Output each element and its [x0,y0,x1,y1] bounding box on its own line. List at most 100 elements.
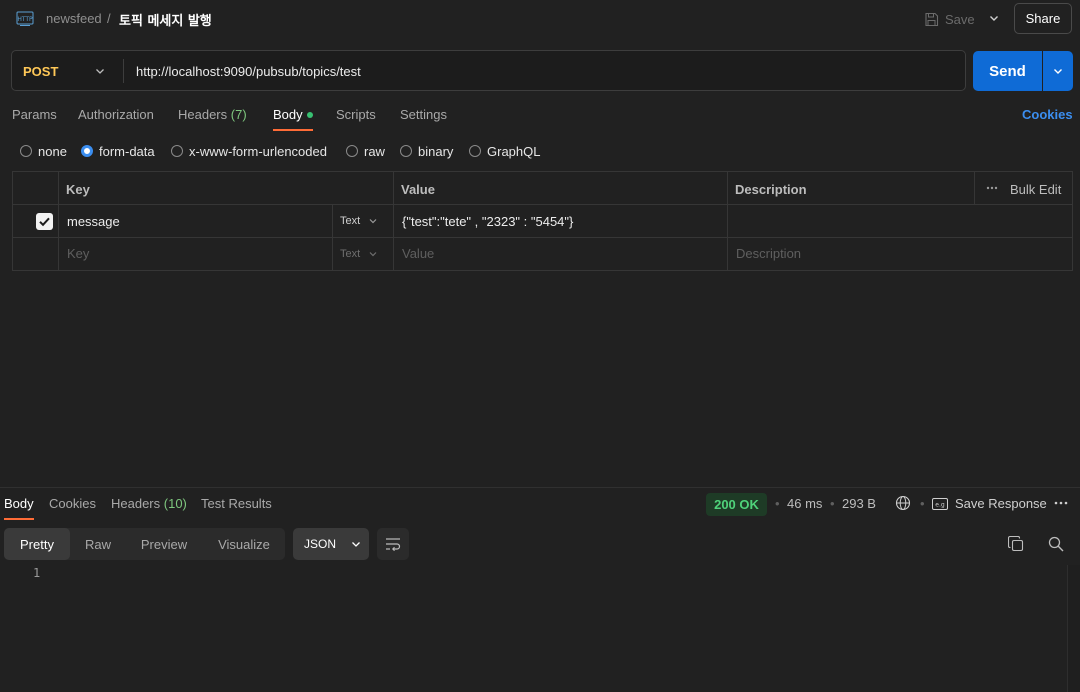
response-tab-cookies[interactable]: Cookies [49,496,96,511]
format-select[interactable]: JSON [293,528,369,560]
breadcrumb-collection[interactable]: newsfeed [46,11,102,26]
radio-form-data-label: form-data [99,143,155,159]
radio-binary-circle [400,145,412,157]
url-divider [123,59,124,83]
radio-urlencoded[interactable]: x-www-form-urlencoded [171,143,327,159]
save-response-icon: e.g [932,497,948,510]
send-button[interactable]: Send [973,51,1042,91]
radio-none-label: none [38,143,67,159]
search-icon[interactable] [1048,536,1064,552]
url-input[interactable]: http://localhost:9090/pubsub/topics/test [136,64,361,79]
radio-none-circle [20,145,32,157]
new-type-select[interactable]: Text [340,248,378,260]
response-tab-headers[interactable]: Headers (10) [111,496,187,511]
radio-raw[interactable]: raw [346,143,385,159]
radio-binary-label: binary [418,143,454,159]
view-visualize-button[interactable]: Visualize [208,528,280,560]
response-tab-body[interactable]: Body [4,496,34,511]
tab-params[interactable]: Params [12,107,57,122]
save-options-chevron-down-icon[interactable] [987,11,1001,25]
check-icon [39,217,50,227]
tab-headers-label: Headers [178,107,228,122]
top-bar: HTTP newsfeed / 토픽 메세지 발행 Save Share [0,0,1080,38]
tab-scripts[interactable]: Scripts [336,107,376,122]
view-raw-button[interactable]: Raw [74,528,122,560]
radio-raw-circle [346,145,358,157]
chevron-down-icon [368,249,378,259]
save-label: Save [945,11,975,27]
response-size[interactable]: 293 B [842,496,876,511]
column-header-value: Value [401,182,435,197]
row-type-label: Text [340,215,361,227]
share-button[interactable]: Share [1014,3,1072,34]
request-title[interactable]: 토픽 메세지 발행 [119,10,212,29]
column-header-description: Description [735,182,807,197]
method-select[interactable]: POST [23,64,58,79]
radio-graphql[interactable]: GraphQL [469,143,540,159]
save-button[interactable]: Save [924,9,975,29]
table-divider [58,172,59,270]
separator-dot: • [830,496,835,511]
http-request-icon: HTTP [16,11,34,27]
table-divider [13,204,1072,205]
separator-dot: • [920,496,925,511]
scrollbar[interactable] [1067,565,1080,692]
new-value-input[interactable]: Value [402,246,434,261]
radio-raw-label: raw [364,143,385,159]
new-type-label: Text [340,248,361,260]
row-checkbox[interactable] [36,213,53,230]
wrap-lines-button[interactable] [377,528,409,560]
form-data-table: Key Value Description Bulk Edit message … [12,171,1073,271]
save-response-label: Save Response [955,496,1047,511]
method-chevron-down-icon[interactable] [94,65,106,77]
new-description-input[interactable]: Description [736,246,801,261]
response-tab-headers-label: Headers [111,496,161,511]
radio-graphql-circle [469,145,481,157]
status-badge[interactable]: 200 OK [706,493,767,516]
bulk-edit-button[interactable]: Bulk Edit [1010,182,1061,197]
new-key-input[interactable]: Key [67,246,89,261]
column-header-key: Key [66,182,90,197]
save-response-button[interactable]: e.g Save Response [932,496,1047,511]
radio-urlencoded-circle [171,145,183,157]
response-time[interactable]: 46 ms [787,496,822,511]
radio-binary[interactable]: binary [400,143,453,159]
cookies-link[interactable]: Cookies [1022,107,1073,122]
send-options-button[interactable] [1043,51,1073,91]
chevron-down-icon [350,538,362,550]
globe-icon[interactable] [895,495,911,511]
more-options-icon[interactable] [986,182,998,194]
response-tab-headers-count: (10) [163,496,187,511]
tab-body[interactable]: Body [273,107,303,122]
radio-none[interactable]: none [20,143,67,159]
radio-form-data[interactable]: form-data [81,143,155,159]
svg-text:e.g: e.g [935,501,945,508]
response-divider [0,487,1080,488]
row-key[interactable]: message [67,214,120,229]
url-bar: POST http://localhost:9090/pubsub/topics… [11,50,966,91]
table-divider [393,172,394,270]
chevron-down-icon [368,216,378,226]
radio-form-data-circle [81,145,93,157]
active-tab-underline [273,129,313,131]
view-mode-group: Pretty Raw Preview Visualize [4,528,285,560]
tab-authorization[interactable]: Authorization [78,107,154,122]
copy-icon[interactable] [1008,536,1024,552]
format-label: JSON [304,537,337,551]
tab-headers[interactable]: Headers (7) [178,107,247,122]
svg-text:HTTP: HTTP [17,16,33,23]
response-tab-test-results[interactable]: Test Results [201,496,272,511]
tab-headers-count: (7) [230,107,247,122]
row-value[interactable]: {"test":"tete" , "2323" : "5454"} [402,214,573,229]
view-preview-button[interactable]: Preview [130,528,198,560]
separator-dot: • [775,496,780,511]
tab-settings[interactable]: Settings [400,107,447,122]
table-divider [727,172,728,270]
body-active-dot [307,112,313,118]
view-pretty-button[interactable]: Pretty [4,528,70,560]
line-number: 1 [33,566,41,580]
more-options-icon[interactable] [1054,498,1068,508]
radio-graphql-label: GraphQL [487,143,541,159]
row-type-select[interactable]: Text [340,215,378,227]
radio-urlencoded-label: x-www-form-urlencoded [189,143,327,159]
